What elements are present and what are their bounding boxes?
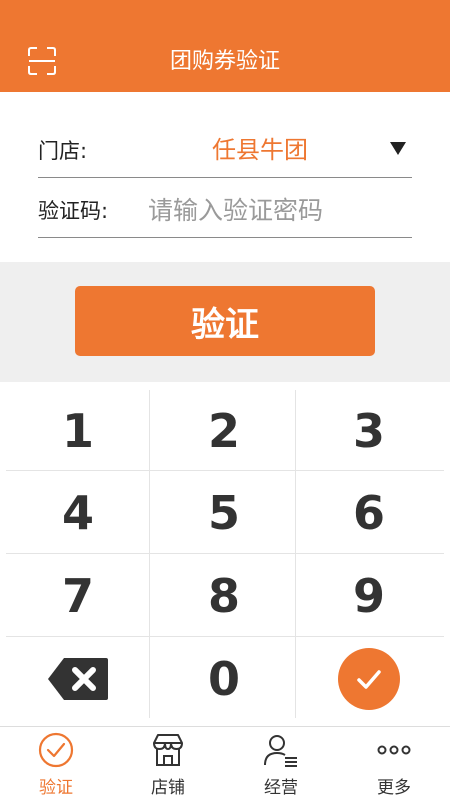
key-5[interactable]: 5 <box>154 474 294 552</box>
more-dots-icon <box>377 745 411 755</box>
key-1[interactable]: 1 <box>8 392 148 470</box>
store-row[interactable]: 门店: 任县牛团 <box>38 120 412 178</box>
store-label: 门店: <box>38 139 88 163</box>
key-2[interactable]: 2 <box>154 392 294 470</box>
page-title: 团购券验证 <box>169 49 280 74</box>
check-icon <box>357 670 381 689</box>
tab-label: 经营 <box>264 778 298 798</box>
tab-business[interactable]: 经营 <box>225 727 337 800</box>
keypad-divider <box>295 390 296 718</box>
keypad-divider <box>6 553 444 554</box>
code-label: 验证码: <box>38 199 109 223</box>
keypad-divider <box>6 636 444 637</box>
number-keypad: 1 2 3 4 5 6 7 8 9 0 <box>0 382 450 726</box>
bottom-tab-bar: 验证 店铺 经营 更多 <box>0 726 450 800</box>
tab-more[interactable]: 更多 <box>338 727 450 800</box>
key-0[interactable]: 0 <box>154 640 294 718</box>
header-bar: 团购券验证 <box>0 0 450 92</box>
confirm-circle <box>338 648 400 710</box>
verify-button[interactable]: 验证 <box>75 286 375 356</box>
keypad-divider <box>149 390 150 718</box>
key-8[interactable]: 8 <box>154 557 294 635</box>
user-list-icon <box>264 735 297 767</box>
keypad-divider <box>6 470 444 471</box>
store-icon <box>153 734 183 766</box>
verify-form: 门店: 任县牛团 验证码: <box>0 92 450 262</box>
verification-code-input[interactable] <box>148 189 408 231</box>
key-9[interactable]: 9 <box>299 557 439 635</box>
tab-label: 更多 <box>377 778 411 798</box>
code-row: 验证码: <box>38 180 412 238</box>
button-area: 验证 <box>0 262 450 382</box>
confirm-key[interactable] <box>299 640 439 718</box>
key-6[interactable]: 6 <box>299 474 439 552</box>
key-3[interactable]: 3 <box>299 392 439 470</box>
tab-verify[interactable]: 验证 <box>0 727 112 800</box>
dropdown-arrow-icon[interactable] <box>390 142 406 155</box>
backspace-key[interactable] <box>8 640 148 718</box>
store-value[interactable]: 任县牛团 <box>212 130 308 165</box>
tab-label: 验证 <box>39 778 73 798</box>
check-circle-icon <box>38 732 74 768</box>
backspace-icon <box>48 658 108 700</box>
tab-store[interactable]: 店铺 <box>112 727 224 800</box>
tab-label: 店铺 <box>151 778 185 798</box>
key-7[interactable]: 7 <box>8 557 148 635</box>
key-4[interactable]: 4 <box>8 474 148 552</box>
